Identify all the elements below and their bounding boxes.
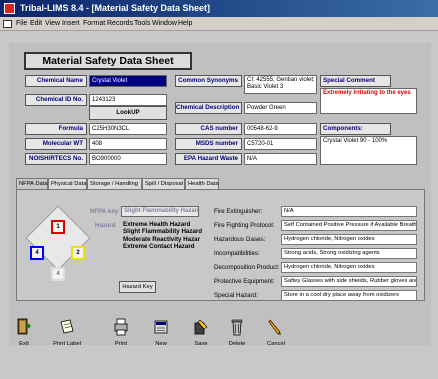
hazard-key-button[interactable]: Hazard Key — [119, 281, 156, 293]
exit-door-icon — [17, 318, 31, 335]
menu-insert[interactable]: Insert — [62, 17, 80, 31]
new-record-icon — [154, 320, 168, 334]
special-hazard-field[interactable]: Store in a cool dry place away from oxid… — [281, 290, 417, 301]
incompatibilities-label: Incompatibilities: — [214, 250, 260, 257]
incompatibilities-field[interactable]: Strong acids, Strong oxidizing agents — [281, 248, 417, 259]
hazard-reactivity: Moderate Reactivity Hazar — [123, 235, 201, 243]
hazard-label: Hazard — [95, 222, 116, 229]
form-heading: Material Safety Data Sheet — [24, 52, 192, 70]
menu-tools[interactable]: Tools — [134, 17, 150, 31]
chemical-id-label: Chemical ID No. — [25, 94, 87, 106]
tab-health-data[interactable]: Health Data — [185, 178, 219, 189]
menu-edit[interactable]: Edit — [30, 17, 42, 31]
epa-hazard-waste-field[interactable]: N/A — [244, 153, 317, 165]
chemical-name-label: Chemical Name — [25, 75, 87, 87]
decomposition-product-label: Decomposition Product: — [214, 264, 280, 271]
decomposition-product-field[interactable]: Hydrogen chloride, Nitrogen oxides — [281, 262, 417, 273]
window-title: Tribal-LIMS 8.4 - [Material Safety Data … — [20, 3, 211, 13]
fire-extinguisher-field[interactable]: N/A — [281, 206, 417, 217]
fire-fighting-protocol-label: Fire Fighting Protocol: — [214, 222, 275, 229]
tab-physical-data[interactable]: Physical Data — [48, 178, 87, 189]
label-icon — [60, 319, 74, 334]
tab-spill-disposal[interactable]: Spill / Disposal — [142, 178, 185, 189]
menu-window[interactable]: Window — [152, 17, 177, 31]
cancel-pencil-icon — [268, 319, 281, 335]
formula-field[interactable]: C25H30N3CL — [89, 123, 167, 135]
fire-fighting-protocol-field[interactable]: Self Contained Positive Pressure if Avai… — [281, 220, 417, 231]
special-comment-label: Special Comment — [320, 75, 391, 87]
new-label: New — [155, 341, 167, 347]
tab-strip: NFPA Data Physical Data Storage / Handli… — [16, 178, 425, 190]
msds-number-field[interactable]: C5720-01 — [244, 138, 317, 150]
components-field[interactable]: Crystal Violet 90 - 100% — [320, 136, 417, 165]
special-comment-field[interactable]: Extremely Irritating to the eyes — [320, 88, 417, 114]
printer-icon — [114, 318, 128, 336]
cas-number-field[interactable]: 00548-62-9 — [244, 123, 317, 135]
nfpa-flammability-box: 4 — [30, 246, 44, 260]
chemical-name-field[interactable]: Crystal Violet — [89, 75, 167, 87]
trash-icon — [231, 319, 243, 336]
title-bar: Tribal-LIMS 8.4 - [Material Safety Data … — [0, 0, 438, 17]
tab-storage-handling[interactable]: Storage / Handling — [87, 178, 142, 189]
nfpa-key-field[interactable]: Slight Flammability Hazard — [121, 206, 199, 217]
niosh-rtecs-label: NOISH/RTECS No. — [25, 153, 87, 165]
protective-equipment-field[interactable]: Saftey Glasses with side shields, Rubber… — [281, 276, 417, 287]
nfpa-health-box: 1 — [51, 220, 65, 234]
menu-file[interactable]: File — [16, 17, 27, 31]
nfpa-key-label: NFPA key — [90, 208, 119, 215]
menu-records[interactable]: Records — [107, 17, 133, 31]
molecular-wt-label: Molecular WT — [25, 138, 87, 150]
hazard-contact: Extreme Contact Hazard — [123, 242, 195, 250]
document-icon[interactable] — [3, 20, 12, 28]
fire-extinguisher-label: Fire Extinguisher: — [214, 208, 263, 215]
print-label-label: Print Label — [53, 341, 81, 347]
cancel-label: Cancel — [266, 341, 286, 347]
save-label: Save — [194, 341, 208, 347]
menu-bar: File Edit View Insert Format Records Too… — [0, 17, 438, 31]
chemical-description-label: Chemical Description — [175, 102, 242, 114]
menu-view[interactable]: View — [45, 17, 60, 31]
nfpa-reactivity-box: 2 — [71, 246, 85, 260]
menu-help[interactable]: Help — [178, 17, 192, 31]
menu-format[interactable]: Format — [83, 17, 105, 31]
chemical-id-field[interactable]: 1243123 — [89, 94, 167, 106]
delete-label: Delete — [228, 341, 246, 347]
hazard-flammability: Slight Flammability Hazard — [123, 228, 203, 236]
hazardous-gases-label: Hazardous Gases: — [214, 236, 266, 243]
msds-number-label: MSDS number — [175, 138, 242, 150]
common-synonyms-field[interactable]: CI: 42555; Gentian violet; Basic Violet … — [244, 75, 317, 94]
hazard-health: Extreme Health Hazard — [123, 221, 191, 228]
epa-hazard-waste-label: EPA Hazard Waste — [175, 153, 242, 165]
exit-label: Exit — [19, 341, 29, 347]
hazardous-gases-field[interactable]: Hydrogen chloride, Nitrogen oxides — [281, 234, 417, 245]
nfpa-special-box: 4 — [51, 267, 65, 281]
common-synonyms-label: Common Synonyms — [175, 75, 242, 87]
special-hazard-label: Special Hazard: — [214, 292, 258, 299]
hazard-list: Extreme Health Hazard Slight Flammabilit… — [123, 221, 202, 250]
components-label: Components: — [320, 123, 391, 135]
cas-number-label: CAS number — [175, 123, 242, 135]
print-label-text: Print — [115, 341, 127, 347]
save-icon — [194, 319, 208, 335]
niosh-rtecs-field[interactable]: BO900000 — [89, 153, 167, 165]
molecular-wt-field[interactable]: 408 — [89, 138, 167, 150]
app-icon — [4, 3, 15, 14]
protective-equipment-label: Protective Equipment: — [214, 278, 275, 285]
chemical-description-field[interactable]: Powder Green — [244, 102, 317, 114]
lookup-button[interactable]: LookUP — [89, 106, 167, 120]
formula-label: Formula — [25, 123, 87, 135]
